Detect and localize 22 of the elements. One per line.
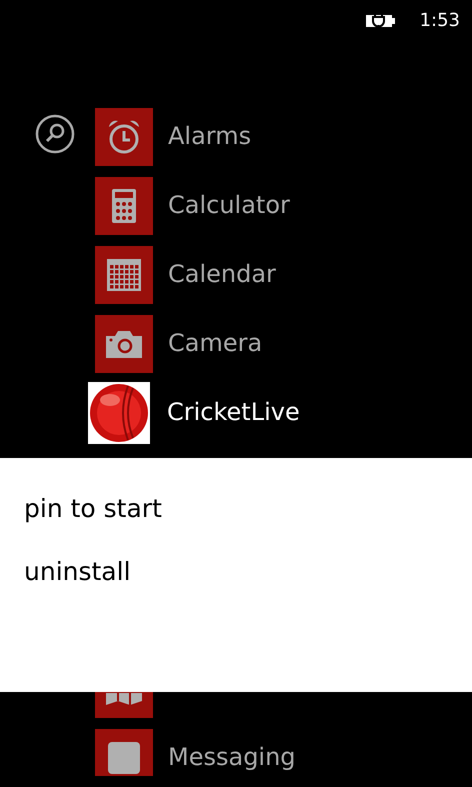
search-icon[interactable] [35,114,75,154]
alarm-clock-icon [107,119,141,155]
app-tile[interactable] [95,177,153,235]
app-name[interactable]: Camera [168,330,262,358]
app-name[interactable]: CricketLive [167,399,300,427]
menu-item[interactable]: pin to start [24,492,162,525]
app-tile[interactable] [95,315,153,373]
app-tile[interactable] [95,108,153,166]
battery-charging-icon [364,12,396,28]
clock-time: 1:53 [420,10,460,30]
app-tile[interactable] [95,246,153,304]
calendar-icon [107,259,141,291]
app-name[interactable]: Calculator [168,192,290,220]
menu-item[interactable]: uninstall [24,555,131,588]
app-tile[interactable] [95,729,153,776]
map-icon [106,693,142,705]
app-name[interactable]: Messaging [168,744,296,772]
message-icon [108,742,140,774]
calculator-icon [112,189,136,223]
app-name[interactable]: Calendar [168,261,276,289]
app-name[interactable]: Alarms [168,123,252,151]
camera-icon [106,330,142,358]
